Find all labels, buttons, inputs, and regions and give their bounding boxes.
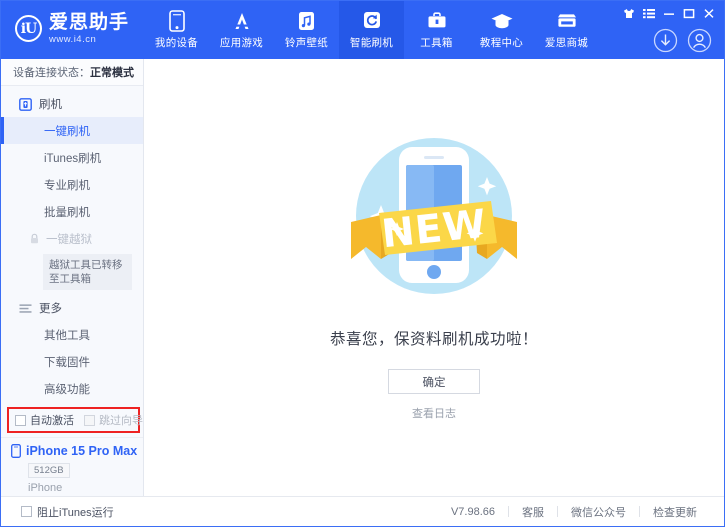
success-message: 恭喜您，保资料刷机成功啦！: [329, 331, 538, 348]
sidebar-item-itunes-flash[interactable]: iTunes刷机: [1, 144, 143, 171]
list-icon: [19, 302, 32, 315]
toolbox-icon: [426, 10, 448, 32]
nav-label: 教程中心: [479, 37, 524, 49]
connection-status-value: 正常模式: [90, 67, 134, 79]
status-bar: 阻止iTunes运行 V7.98.66 客服 微信公众号 检查更新: [1, 496, 724, 526]
sidebar-item-label: 批量刷机: [44, 206, 90, 219]
skip-wizard-checkbox: 跳过向导: [84, 412, 143, 428]
nav-item-tutorial-center[interactable]: 教程中心: [469, 1, 534, 59]
sidebar-item-advanced[interactable]: 高级功能: [1, 375, 143, 402]
nav-item-ringtone-wallpaper[interactable]: 铃声壁纸: [274, 1, 339, 59]
block-itunes-checkbox[interactable]: 阻止iTunes运行: [21, 504, 114, 520]
sidebar-item-label: 高级功能: [44, 383, 90, 396]
new-phone-badge-illustration: NEW: [339, 121, 529, 316]
nav-item-apps-games[interactable]: 应用游戏: [209, 1, 274, 59]
app-url: www.i4.cn: [49, 34, 97, 45]
phone-icon: [11, 444, 21, 458]
window-controls: [619, 5, 718, 22]
sidebar-item-pro-flash[interactable]: 专业刷机: [1, 171, 143, 198]
appstore-icon: [231, 10, 253, 32]
sidebar-item-label: 专业刷机: [44, 179, 90, 192]
sidebar-item-other-tools[interactable]: 其他工具: [1, 321, 143, 348]
refresh-icon: [362, 10, 382, 32]
app-title: 爱思助手: [49, 12, 130, 33]
skin-icon[interactable]: [619, 5, 638, 22]
nav-label: 铃声壁纸: [284, 37, 329, 49]
connection-status-label: 设备连接状态：: [13, 67, 90, 79]
nav-item-toolbox[interactable]: 工具箱: [404, 1, 469, 59]
block-itunes-label: 阻止iTunes运行: [37, 506, 114, 519]
skip-wizard-label: 跳过向导: [99, 415, 143, 427]
main-content: NEW 恭喜您，保资料刷机成功啦！ 确定 查看日志: [144, 59, 724, 496]
graduation-cap-icon: [490, 10, 514, 32]
title-bar: iU 爱思助手 www.i4.cn 我的设备 应用游戏 铃声壁纸 智能刷机 工具…: [1, 1, 724, 59]
sidebar-item-label: 一键刷机: [44, 125, 90, 138]
nav-label: 我的设备: [154, 37, 199, 49]
checkbox-box: [21, 506, 32, 517]
nav-label: 应用游戏: [219, 37, 264, 49]
nav-item-my-device[interactable]: 我的设备: [144, 1, 209, 59]
wechat-link[interactable]: 微信公众号: [558, 504, 639, 520]
device-type: iPhone: [28, 482, 63, 494]
sidebar-item-one-key-jailbreak: 一键越狱: [1, 225, 143, 252]
nav-item-smart-flash[interactable]: 智能刷机: [339, 1, 404, 59]
app-window: iU 爱思助手 www.i4.cn 我的设备 应用游戏 铃声壁纸 智能刷机 工具…: [0, 0, 725, 527]
logo-mark-icon: iU: [15, 15, 42, 43]
user-avatar-icon[interactable]: [687, 28, 712, 53]
sidebar-item-label: 其他工具: [44, 329, 90, 342]
device-capacity-badge: 512GB: [28, 463, 70, 478]
auto-activate-label: 自动激活: [30, 415, 74, 427]
auto-activate-checkbox[interactable]: 自动激活: [15, 412, 74, 428]
nav-label: 爱思商城: [544, 37, 589, 49]
jailbreak-moved-tooltip: 越狱工具已转移至工具箱: [43, 254, 132, 290]
minimize-button[interactable]: [659, 5, 678, 22]
device-name: iPhone 15 Pro Max: [26, 444, 138, 458]
view-log-link[interactable]: 查看日志: [144, 405, 724, 421]
sidebar-section-title: 更多: [39, 303, 62, 315]
flash-device-icon: [19, 97, 32, 111]
confirm-button[interactable]: 确定: [388, 369, 480, 394]
lock-icon: [29, 233, 40, 244]
main-nav: 我的设备 应用游戏 铃声壁纸 智能刷机 工具箱 教程中心 爱思商城: [144, 1, 599, 59]
app-logo: iU 爱思助手 www.i4.cn: [15, 13, 129, 45]
check-update-link[interactable]: 检查更新: [640, 504, 710, 520]
status-bar-right: V7.98.66 客服 微信公众号 检查更新: [438, 504, 710, 520]
menu-icon[interactable]: [639, 5, 658, 22]
flash-options-highlight: 自动激活 跳过向导: [7, 407, 143, 433]
checkbox-box: [84, 414, 95, 426]
music-icon: [297, 10, 316, 32]
nav-label: 工具箱: [420, 37, 453, 49]
nav-label: 智能刷机: [349, 37, 394, 49]
sidebar-item-one-key-flash[interactable]: 一键刷机: [1, 117, 143, 144]
account-controls: [653, 28, 712, 53]
sidebar-item-label: iTunes刷机: [44, 152, 102, 165]
sidebar-item-label: 一键越狱: [46, 233, 92, 246]
sidebar-section-more: 更多: [1, 295, 143, 321]
maximize-button[interactable]: [679, 5, 698, 22]
sidebar-item-batch-flash[interactable]: 批量刷机: [1, 198, 143, 225]
sidebar-section-flash: 刷机: [1, 91, 143, 117]
nav-item-store[interactable]: 爱思商城: [534, 1, 599, 59]
sidebar-section-title: 刷机: [39, 99, 62, 111]
support-link[interactable]: 客服: [509, 504, 557, 520]
sidebar-item-label: 下载固件: [44, 356, 90, 369]
phone-icon: [168, 10, 185, 32]
store-icon: [555, 10, 579, 32]
download-icon[interactable]: [653, 28, 678, 53]
sidebar-item-download-firmware[interactable]: 下载固件: [1, 348, 143, 375]
checkbox-box: [15, 414, 26, 426]
connection-status: 设备连接状态： 正常模式: [1, 59, 143, 86]
close-button[interactable]: [699, 5, 718, 22]
sidebar: 设备连接状态： 正常模式 刷机 一键刷机 iTunes刷机 专业刷机 批量刷机 一…: [1, 59, 144, 496]
connected-device-card[interactable]: iPhone 15 Pro Max 512GB iPhone: [1, 437, 143, 502]
version-label: V7.98.66: [450, 505, 495, 518]
